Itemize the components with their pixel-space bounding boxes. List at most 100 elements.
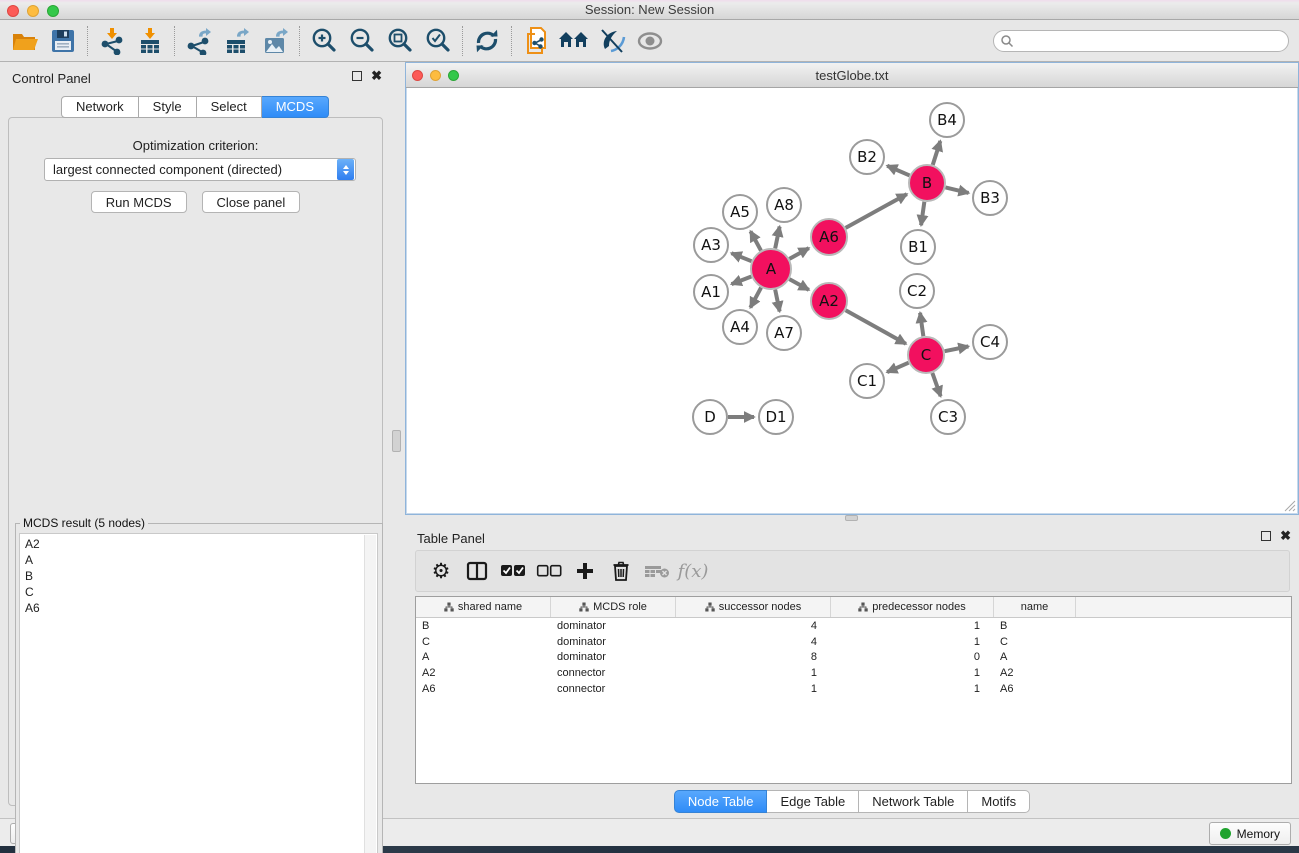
zoom-fit-button[interactable] bbox=[381, 24, 419, 58]
tab-network-table[interactable]: Network Table bbox=[859, 790, 968, 813]
column-header-shared-name[interactable]: shared name bbox=[416, 597, 551, 617]
table-cell[interactable]: 1 bbox=[676, 667, 831, 679]
criterion-dropdown[interactable]: largest connected component (directed) bbox=[44, 158, 356, 181]
edge-A-A3[interactable] bbox=[731, 253, 751, 261]
table-row[interactable]: A6connector11A6 bbox=[416, 681, 1291, 697]
run-mcds-button[interactable]: Run MCDS bbox=[91, 191, 187, 213]
mcds-result-item[interactable]: A bbox=[25, 552, 377, 568]
export-network-button[interactable] bbox=[180, 24, 218, 58]
table-cell[interactable]: 0 bbox=[831, 651, 994, 663]
table-cell[interactable]: 1 bbox=[831, 667, 994, 679]
save-session-button[interactable] bbox=[44, 24, 82, 58]
function-builder-button[interactable]: f(x) bbox=[678, 556, 708, 586]
edge-C-C4[interactable] bbox=[945, 346, 969, 351]
import-table-button[interactable] bbox=[131, 24, 169, 58]
search-input[interactable] bbox=[993, 30, 1289, 52]
edge-A-A6[interactable] bbox=[789, 248, 808, 259]
table-cell[interactable]: 1 bbox=[831, 636, 994, 648]
edge-A-A4[interactable] bbox=[750, 288, 761, 308]
network-window-titlebar[interactable]: testGlobe.txt bbox=[406, 63, 1298, 88]
table-cell[interactable]: B bbox=[416, 620, 551, 632]
maximize-window-icon[interactable] bbox=[47, 5, 59, 17]
table-cell[interactable]: A6 bbox=[416, 683, 551, 695]
maximize-network-icon[interactable] bbox=[448, 70, 459, 81]
delete-column-button[interactable] bbox=[606, 556, 636, 586]
tab-mcds[interactable]: MCDS bbox=[262, 96, 329, 118]
close-panel-icon[interactable]: ✖ bbox=[371, 71, 382, 81]
table-settings-button[interactable]: ⚙ bbox=[426, 556, 456, 586]
table-cell[interactable]: A2 bbox=[416, 667, 551, 679]
column-header-MCDS-role[interactable]: MCDS role bbox=[551, 597, 676, 617]
edge-B-B1[interactable] bbox=[921, 202, 924, 225]
float-panel-icon[interactable] bbox=[352, 71, 362, 81]
edge-A-A8[interactable] bbox=[775, 227, 779, 249]
table-cell[interactable]: 1 bbox=[676, 683, 831, 695]
mcds-result-item[interactable]: B bbox=[25, 568, 377, 584]
tab-style[interactable]: Style bbox=[139, 96, 197, 118]
zoom-selected-button[interactable] bbox=[419, 24, 457, 58]
table-cell[interactable]: connector bbox=[551, 667, 676, 679]
edge-C-C2[interactable] bbox=[920, 313, 923, 336]
divider-grip[interactable] bbox=[392, 430, 401, 452]
home-button[interactable] bbox=[555, 24, 593, 58]
minimize-network-icon[interactable] bbox=[430, 70, 441, 81]
show-columns-button[interactable] bbox=[462, 556, 492, 586]
table-cell[interactable]: connector bbox=[551, 683, 676, 695]
export-image-button[interactable] bbox=[256, 24, 294, 58]
scrollbar[interactable] bbox=[364, 535, 376, 853]
table-cell[interactable]: C bbox=[416, 636, 551, 648]
table-cell[interactable]: A6 bbox=[994, 683, 1076, 695]
float-panel-icon[interactable] bbox=[1261, 531, 1271, 541]
edge-A-A2[interactable] bbox=[789, 279, 808, 290]
minimize-window-icon[interactable] bbox=[27, 5, 39, 17]
tab-edge-table[interactable]: Edge Table bbox=[767, 790, 859, 813]
edge-B-B2[interactable] bbox=[887, 166, 909, 176]
export-table-button[interactable] bbox=[218, 24, 256, 58]
unselect-all-button[interactable] bbox=[534, 556, 564, 586]
column-header-name[interactable]: name bbox=[994, 597, 1076, 617]
resize-grip-icon[interactable] bbox=[1283, 499, 1296, 512]
mcds-result-item[interactable]: A6 bbox=[25, 600, 377, 616]
edge-B-B4[interactable] bbox=[933, 141, 941, 165]
table-cell[interactable]: B bbox=[994, 620, 1076, 632]
refresh-button[interactable] bbox=[468, 24, 506, 58]
table-row[interactable]: Adominator80A bbox=[416, 650, 1291, 666]
table-cell[interactable]: 1 bbox=[831, 620, 994, 632]
select-all-button[interactable] bbox=[498, 556, 528, 586]
table-cell[interactable]: 4 bbox=[676, 636, 831, 648]
edge-A6-B[interactable] bbox=[846, 194, 907, 228]
import-network-button[interactable] bbox=[93, 24, 131, 58]
table-cell[interactable]: A2 bbox=[994, 667, 1076, 679]
table-cell[interactable]: A bbox=[416, 651, 551, 663]
close-window-icon[interactable] bbox=[7, 5, 19, 17]
table-cell[interactable]: 8 bbox=[676, 651, 831, 663]
table-row[interactable]: Bdominator41B bbox=[416, 618, 1291, 634]
vertical-split-divider[interactable] bbox=[390, 62, 405, 818]
table-cell[interactable]: dominator bbox=[551, 620, 676, 632]
close-panel-icon[interactable]: ✖ bbox=[1280, 531, 1291, 541]
pen-button[interactable] bbox=[593, 24, 631, 58]
zoom-out-button[interactable] bbox=[343, 24, 381, 58]
memory-button[interactable]: Memory bbox=[1209, 822, 1291, 845]
table-cell[interactable]: dominator bbox=[551, 636, 676, 648]
column-header-successor-nodes[interactable]: successor nodes bbox=[676, 597, 831, 617]
edge-A-A7[interactable] bbox=[775, 290, 779, 312]
close-panel-button[interactable]: Close panel bbox=[202, 191, 301, 213]
tab-select[interactable]: Select bbox=[197, 96, 262, 118]
edge-A-A5[interactable] bbox=[751, 231, 761, 250]
node-table[interactable]: shared nameMCDS rolesuccessor nodesprede… bbox=[415, 596, 1292, 784]
table-cell[interactable]: A bbox=[994, 651, 1076, 663]
edge-B-B3[interactable] bbox=[945, 187, 968, 193]
table-cell[interactable]: dominator bbox=[551, 651, 676, 663]
mcds-result-item[interactable]: C bbox=[25, 584, 377, 600]
duplicate-network-button[interactable] bbox=[517, 24, 555, 58]
edge-A-A1[interactable] bbox=[732, 277, 752, 285]
network-canvas[interactable]: B4B2BB3A8A5A6A3B1AC2A1A2A4A7C4CC1C3DD1 bbox=[406, 88, 1298, 514]
delete-table-button[interactable] bbox=[642, 556, 672, 586]
edge-C-C3[interactable] bbox=[932, 373, 940, 396]
edge-C-C1[interactable] bbox=[887, 363, 908, 372]
table-cell[interactable]: 4 bbox=[676, 620, 831, 632]
table-cell[interactable]: 1 bbox=[831, 683, 994, 695]
edge-A2-C[interactable] bbox=[846, 310, 906, 344]
table-cell[interactable]: C bbox=[994, 636, 1076, 648]
